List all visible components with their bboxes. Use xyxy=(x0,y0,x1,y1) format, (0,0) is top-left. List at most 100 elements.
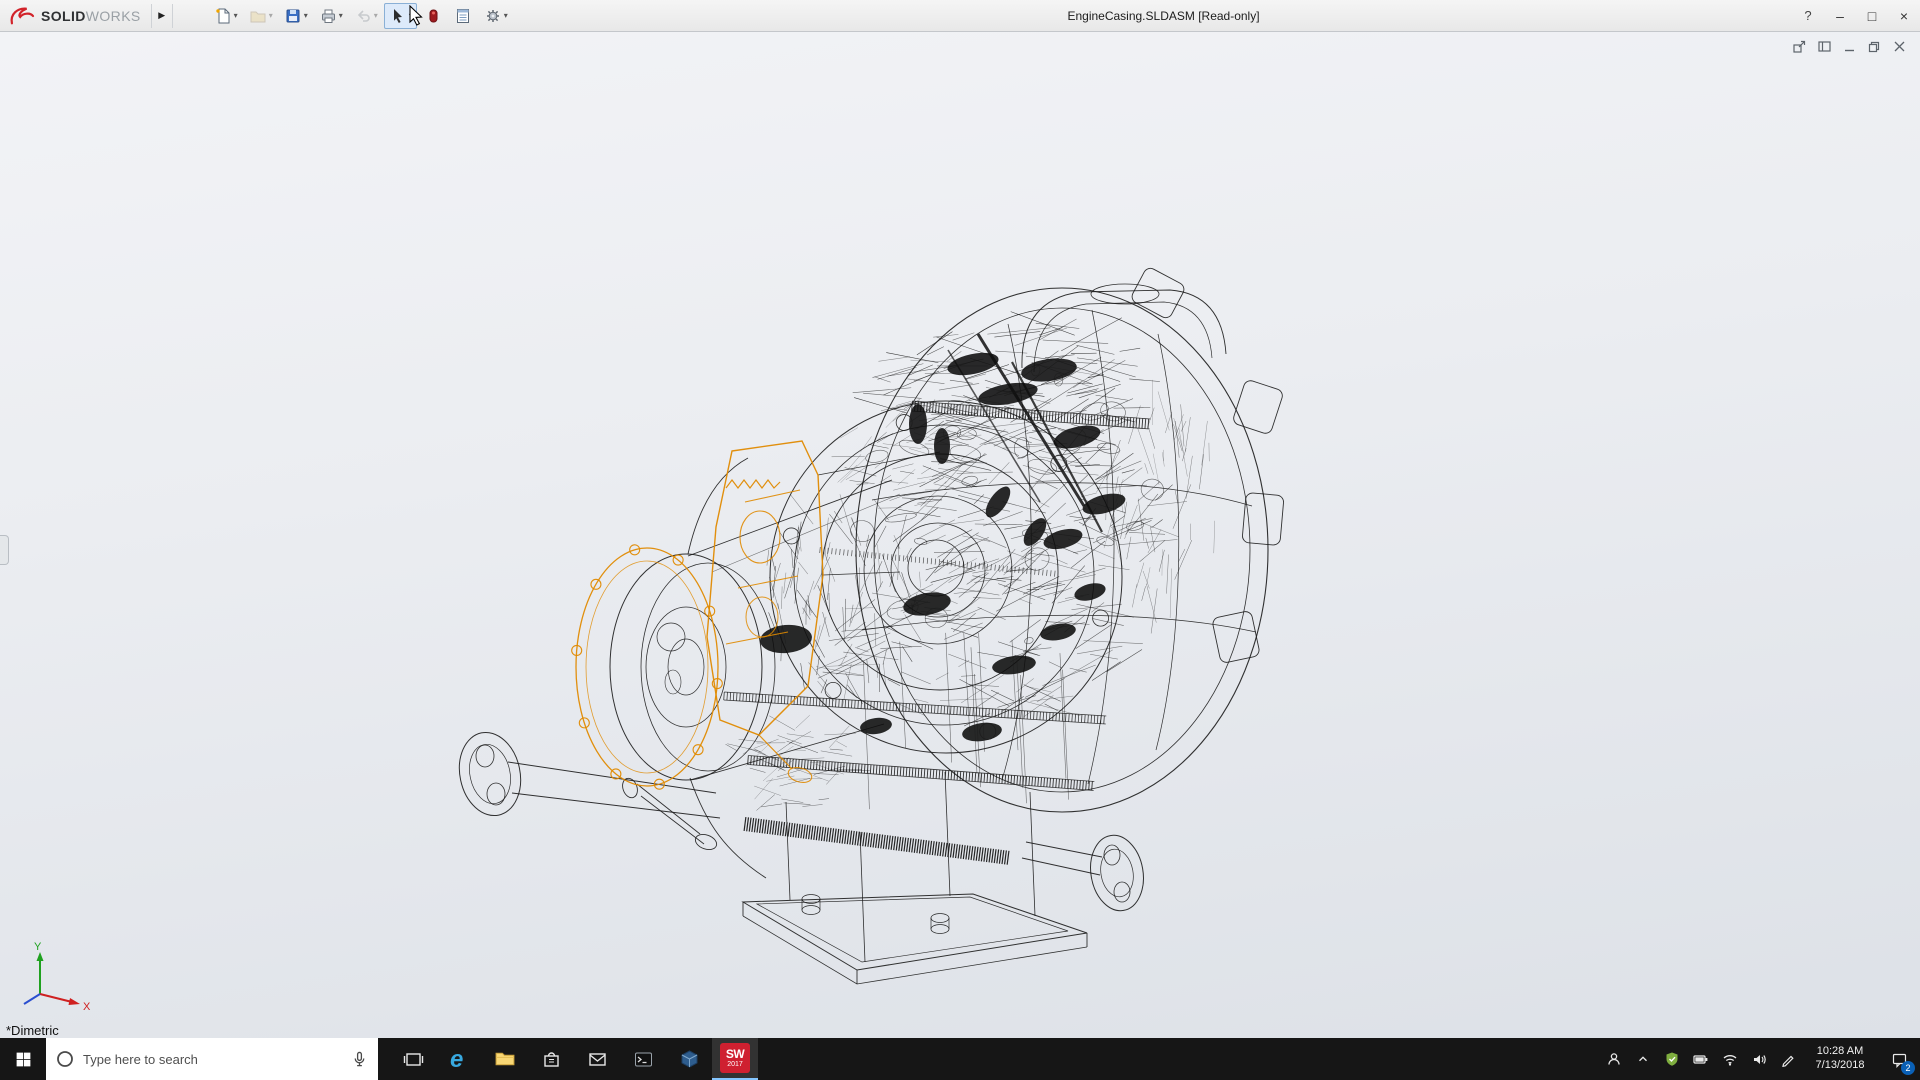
volume-button[interactable] xyxy=(1744,1038,1773,1080)
dropdown-caret-icon[interactable]: ▾ xyxy=(338,11,343,20)
task-view-button[interactable] xyxy=(390,1038,436,1080)
network-button[interactable] xyxy=(1715,1038,1744,1080)
cortana-icon[interactable] xyxy=(56,1050,74,1068)
minimize-button[interactable]: – xyxy=(1824,0,1856,31)
pen-icon xyxy=(1780,1051,1796,1067)
mail-button[interactable] xyxy=(574,1038,620,1080)
solidworks-app-button[interactable]: SW 2017 xyxy=(712,1038,758,1080)
people-button[interactable] xyxy=(1599,1038,1628,1080)
defender-button[interactable] xyxy=(1657,1038,1686,1080)
svg-text:e: e xyxy=(450,1046,463,1072)
wifi-icon xyxy=(1722,1051,1738,1067)
minimize-document-icon[interactable] xyxy=(1843,40,1856,53)
title-bar: SOLIDWORKS ▶ ▾ ▾ ▾ ▾ xyxy=(0,0,1920,32)
action-center-button[interactable]: 2 xyxy=(1878,1038,1920,1080)
save-button[interactable]: ▾ xyxy=(279,3,312,29)
dropdown-caret-icon[interactable]: ▾ xyxy=(233,11,238,20)
notification-badge: 2 xyxy=(1901,1061,1915,1075)
new-document-icon xyxy=(213,6,233,26)
save-floppy-icon xyxy=(283,6,303,26)
system-tray: 10:28 AM 7/13/2018 2 xyxy=(1599,1038,1920,1080)
help-button[interactable]: ? xyxy=(1792,0,1824,31)
file-explorer-button[interactable] xyxy=(482,1038,528,1080)
close-button[interactable]: × xyxy=(1888,0,1920,31)
triad-x-label: X xyxy=(83,1001,91,1012)
rebuild-icon xyxy=(423,6,443,26)
chevron-up-icon xyxy=(1636,1052,1650,1066)
dropdown-caret-icon[interactable]: ▾ xyxy=(503,11,508,20)
view-orientation-label: *Dimetric xyxy=(6,1023,59,1038)
undo-arrow-icon xyxy=(353,6,373,26)
battery-icon xyxy=(1692,1051,1709,1068)
defender-shield-icon xyxy=(1664,1051,1680,1067)
edge-button[interactable]: e xyxy=(436,1038,482,1080)
store-button[interactable] xyxy=(528,1038,574,1080)
print-button[interactable]: ▾ xyxy=(314,3,347,29)
store-bag-icon xyxy=(541,1049,562,1070)
options-button[interactable]: ▾ xyxy=(479,3,512,29)
dropdown-caret-icon[interactable]: ▾ xyxy=(303,11,308,20)
solidworks-icon: SW 2017 xyxy=(720,1043,750,1073)
sw-badge-text: SW xyxy=(726,1048,744,1060)
select-tool-button[interactable]: ▾ xyxy=(384,3,417,29)
open-button[interactable]: ▾ xyxy=(244,3,277,29)
undo-button[interactable]: ▾ xyxy=(349,3,382,29)
battery-button[interactable] xyxy=(1686,1038,1715,1080)
float-window-icon[interactable] xyxy=(1793,40,1806,53)
dropdown-caret-icon[interactable]: ▾ xyxy=(268,11,273,20)
file-explorer-icon xyxy=(494,1048,516,1070)
dassault-swoosh-icon xyxy=(8,5,36,27)
start-button[interactable] xyxy=(0,1038,46,1080)
engine-wireframe-model[interactable] xyxy=(0,32,1920,1038)
show-hidden-icons-button[interactable] xyxy=(1628,1038,1657,1080)
microphone-icon[interactable] xyxy=(351,1051,368,1068)
brand-text: SOLIDWORKS xyxy=(41,8,141,24)
pen-button[interactable] xyxy=(1773,1038,1802,1080)
file-properties-icon xyxy=(453,6,473,26)
command-prompt-icon xyxy=(633,1049,654,1070)
windows-taskbar: e SW 2017 xyxy=(0,1038,1920,1080)
graphics-area[interactable]: Y X *Dimetric xyxy=(0,32,1920,1038)
document-window-controls xyxy=(1793,40,1906,53)
solidworks-window: SOLIDWORKS ▶ ▾ ▾ ▾ ▾ xyxy=(0,0,1920,1080)
triad-y-label: Y xyxy=(34,941,42,953)
restore-document-icon[interactable] xyxy=(1868,40,1881,53)
menu-flyout-arrow[interactable]: ▶ xyxy=(151,4,173,28)
task-view-icon xyxy=(403,1049,424,1070)
speaker-icon xyxy=(1751,1051,1767,1067)
options-gear-icon xyxy=(483,6,503,26)
sw-badge-year: 2017 xyxy=(727,1061,743,1068)
clock-time: 10:28 AM xyxy=(1817,1045,1863,1059)
open-folder-icon xyxy=(248,6,268,26)
brand-works: WORKS xyxy=(86,8,141,24)
window-controls: ? – □ × xyxy=(1792,0,1920,31)
edge-icon: e xyxy=(446,1046,472,1072)
select-cursor-icon xyxy=(388,6,408,26)
document-title: EngineCasing.SLDASM [Read-only] xyxy=(1067,9,1259,23)
taskbar-search[interactable] xyxy=(46,1038,378,1080)
edrawings-button[interactable] xyxy=(666,1038,712,1080)
dock-panel-icon[interactable] xyxy=(1818,40,1831,53)
solidworks-logo: SOLIDWORKS xyxy=(0,0,151,31)
rebuild-button[interactable] xyxy=(419,3,447,29)
file-properties-button[interactable] xyxy=(449,3,477,29)
people-icon xyxy=(1606,1051,1622,1067)
clock-date: 7/13/2018 xyxy=(1816,1059,1865,1073)
edrawings-cube-icon xyxy=(679,1049,700,1070)
taskbar-apps: e SW 2017 xyxy=(390,1038,758,1080)
brand-solid: SOLID xyxy=(41,8,86,24)
standard-toolbar: ▾ ▾ ▾ ▾ ▾ xyxy=(173,0,512,31)
search-input[interactable] xyxy=(83,1052,342,1067)
command-prompt-button[interactable] xyxy=(620,1038,666,1080)
windows-logo-icon xyxy=(15,1051,32,1068)
new-document-button[interactable]: ▾ xyxy=(209,3,242,29)
maximize-button[interactable]: □ xyxy=(1856,0,1888,31)
dropdown-caret-icon[interactable]: ▾ xyxy=(408,11,413,20)
print-icon xyxy=(318,6,338,26)
mail-envelope-icon xyxy=(587,1049,608,1070)
close-document-icon[interactable] xyxy=(1893,40,1906,53)
taskbar-clock[interactable]: 10:28 AM 7/13/2018 xyxy=(1802,1038,1878,1080)
dropdown-caret-icon[interactable]: ▾ xyxy=(373,11,378,20)
orientation-triad: Y X xyxy=(14,938,100,1012)
panel-collapse-handle[interactable] xyxy=(0,535,9,565)
